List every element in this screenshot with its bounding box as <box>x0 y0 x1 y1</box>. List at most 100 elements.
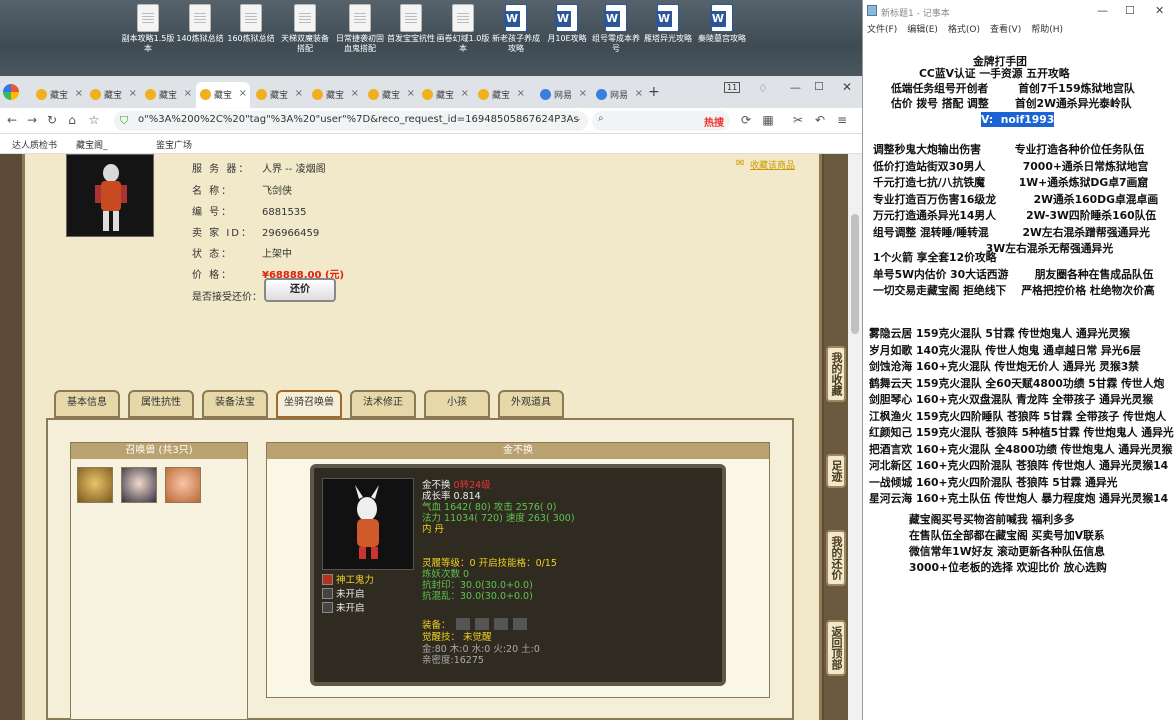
home-icon[interactable]: ⌂ <box>64 112 80 128</box>
notepad-menu-item[interactable]: 帮助(H) <box>1031 25 1063 35</box>
browser-tab[interactable]: 藏宝 × <box>252 82 306 108</box>
tab-close-icon[interactable]: × <box>461 88 469 99</box>
desktop-icon[interactable]: 组号零成本养号 <box>589 4 643 54</box>
desktop-icon[interactable]: 雁塔异光攻略 <box>641 4 695 44</box>
tab-close-icon[interactable]: × <box>351 88 359 99</box>
minimize-button[interactable]: — <box>790 81 801 94</box>
detail-tab[interactable]: 属性抗性 <box>128 390 194 418</box>
side-nav-button[interactable]: 我的收藏 <box>826 346 846 402</box>
equip-slot <box>493 618 508 630</box>
browser-tab[interactable]: 藏宝 × <box>474 82 528 108</box>
tab-favicon-icon <box>478 89 489 100</box>
browser-tab[interactable]: 藏宝 × <box>364 82 418 108</box>
desktop-icon[interactable]: 日常捷袭初固血鬼搭配 <box>333 4 387 54</box>
character-figure <box>95 164 127 231</box>
bookmark-item[interactable]: 藏宝阁_ <box>76 138 108 151</box>
tab-label: 藏宝 <box>50 91 69 101</box>
browser-tab[interactable]: 藏宝 × <box>86 82 140 108</box>
tab-close-icon[interactable]: × <box>517 88 525 99</box>
search-input[interactable]: ⌕ 热搜 <box>592 111 730 131</box>
desktop-icon[interactable]: 140炼狱总结 <box>173 4 227 44</box>
close-window-button[interactable]: ✕ <box>842 80 852 94</box>
new-tab-button[interactable]: + <box>648 84 660 100</box>
tab-close-icon[interactable]: × <box>129 88 137 99</box>
undo-icon[interactable]: ↶ <box>812 112 828 128</box>
desktop-icon[interactable]: 首发宝宝抗性 <box>384 4 438 44</box>
notepad-text[interactable]: 金牌打手团 CC蓝V认证 一手资源 五开攻略 低端任务组号开创者 首创7千159炼狱… <box>863 36 1176 720</box>
bargain-label: 是否接受还价： <box>192 292 262 303</box>
notepad-menu-item[interactable]: 格式(O) <box>948 25 980 35</box>
refresh-icon[interactable]: ⟳ <box>738 112 754 128</box>
forward-icon[interactable]: → <box>24 112 40 128</box>
tab-close-icon[interactable]: × <box>579 88 587 99</box>
url-input[interactable]: ⛉ o"%3A%200%2C%20"tag"%3A%20"user"%7D&re… <box>114 111 588 131</box>
notepad-maximize[interactable]: ☐ <box>1125 4 1135 17</box>
desktop-icon[interactable]: 天梯双魔装备搭配 <box>278 4 332 54</box>
browser-tab[interactable]: 藏宝 × <box>418 82 472 108</box>
pet-intimacy: 亲密度:16275 <box>422 655 484 666</box>
detail-tab[interactable]: 小孩 <box>424 390 490 418</box>
back-icon[interactable]: ← <box>4 112 20 128</box>
browser-tab[interactable]: 网易 × <box>592 82 646 108</box>
desktop-icon[interactable]: 秦陵墓宫攻略 <box>695 4 749 44</box>
browser-tab[interactable]: 藏宝 × <box>196 82 250 108</box>
star-icon[interactable]: ☆ <box>86 112 102 128</box>
tab-close-icon[interactable]: × <box>407 88 415 99</box>
menu-icon[interactable]: ≡ <box>834 112 850 128</box>
tab-close-icon[interactable]: × <box>75 88 83 99</box>
tab-close-icon[interactable]: × <box>635 88 643 99</box>
desktop-icon[interactable]: 新老孩子养成攻略 <box>489 4 543 54</box>
tab-close-icon[interactable]: × <box>184 88 192 99</box>
pet-thumb-1[interactable] <box>77 467 113 503</box>
grid-icon[interactable]: ▦ <box>760 112 776 128</box>
reload-icon[interactable]: ↻ <box>44 112 60 128</box>
desktop-icon[interactable]: 画卷幻域1.0版本 <box>436 4 490 54</box>
browser-logo-icon[interactable] <box>3 84 19 100</box>
desktop-icon[interactable]: 副本攻略1.5版本 <box>121 4 175 54</box>
bargain-button[interactable]: 还价 <box>264 278 336 302</box>
tab-count-badge[interactable]: 11 <box>724 82 741 93</box>
browser-tab[interactable]: 藏宝 × <box>32 82 86 108</box>
notepad-close[interactable]: ✕ <box>1155 4 1164 17</box>
pet-thumb-3[interactable] <box>165 467 201 503</box>
dropdown-icon[interactable]: ⌄ <box>574 113 582 124</box>
status-label: 状 态： <box>192 249 234 260</box>
server-value: 人界 -- 凌烟阁 <box>262 164 326 175</box>
detail-tab[interactable]: 装备法宝 <box>202 390 268 418</box>
pet-thumb-2[interactable] <box>121 467 157 503</box>
tab-favicon-icon <box>145 89 156 100</box>
browser-tab[interactable]: 藏宝 × <box>141 82 195 108</box>
side-nav-button[interactable]: 足迹 <box>826 454 846 488</box>
browser-tab[interactable]: 网易 × <box>536 82 590 108</box>
side-nav-button[interactable]: 我的还价 <box>826 530 846 586</box>
bookmark-item[interactable]: 鉴宝广场 <box>156 138 192 151</box>
favorite-icon[interactable]: ✉ <box>736 158 744 169</box>
scissors-icon[interactable]: ✂ <box>790 112 806 128</box>
notepad-menu-item[interactable]: 编辑(E) <box>907 25 938 35</box>
browser-tab[interactable]: 藏宝 × <box>308 82 362 108</box>
side-nav-button[interactable]: 返回顶部 <box>826 620 846 676</box>
word-file-icon <box>555 4 578 32</box>
detail-tab[interactable]: 外观道具 <box>498 390 564 418</box>
detail-tab[interactable]: 坐骑召唤兽 <box>276 390 342 418</box>
desktop-icon[interactable]: 月10E攻略 <box>540 4 594 44</box>
skill-2: 未开启 <box>322 588 365 601</box>
word-file-icon <box>604 4 627 32</box>
bookmark-item[interactable]: 达人质检书 <box>12 138 57 151</box>
tab-label: 藏宝 <box>214 91 233 101</box>
tab-close-icon[interactable]: × <box>295 88 303 99</box>
detail-tab[interactable]: 基本信息 <box>54 390 120 418</box>
maximize-button[interactable]: ☐ <box>814 80 824 93</box>
shirt-icon[interactable]: ♢ <box>758 82 768 95</box>
detail-tab[interactable]: 法术修正 <box>350 390 416 418</box>
scrollbar-thumb[interactable] <box>851 214 859 334</box>
tab-close-icon[interactable]: × <box>239 88 247 99</box>
notepad-minimize[interactable]: — <box>1097 4 1108 17</box>
favorite-link[interactable]: 收藏该商品 <box>750 158 795 171</box>
desktop-icon[interactable]: 160炼狱总结 <box>224 4 278 44</box>
notepad-menu-item[interactable]: 文件(F) <box>867 25 897 35</box>
seller-label: 卖 家 ID： <box>192 228 254 239</box>
page-scrollbar[interactable] <box>848 154 862 720</box>
equip-slot <box>512 618 527 630</box>
notepad-menu-item[interactable]: 查看(V) <box>990 25 1021 35</box>
